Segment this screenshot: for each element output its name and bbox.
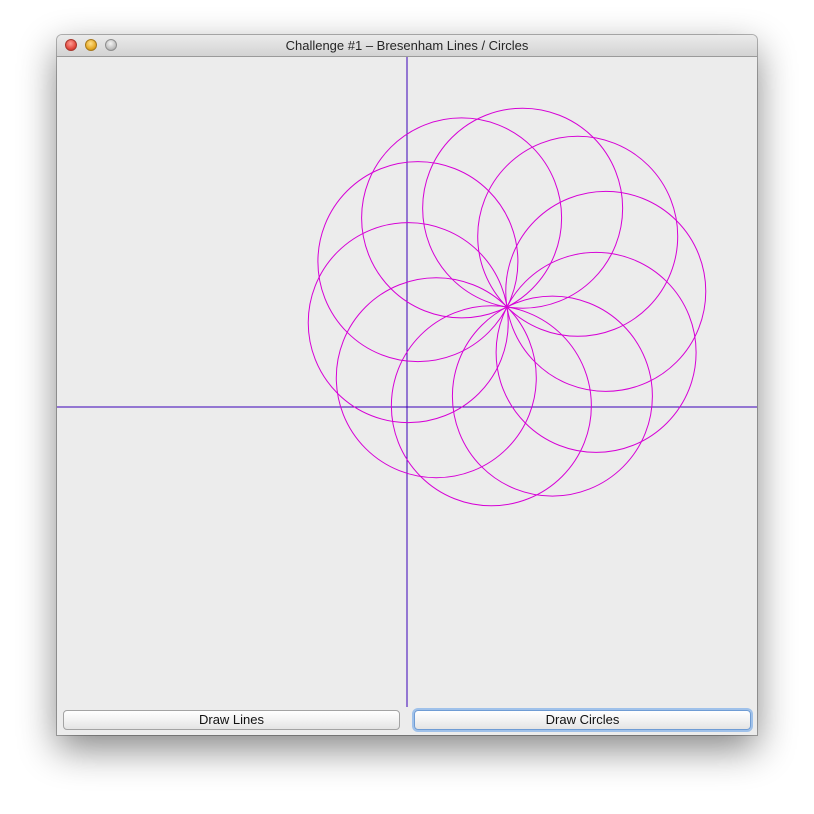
draw-lines-button[interactable]: Draw Lines bbox=[63, 710, 400, 730]
app-window: Challenge #1 – Bresenham Lines / Circles… bbox=[57, 35, 757, 735]
window-title: Challenge #1 – Bresenham Lines / Circles bbox=[285, 38, 529, 53]
draw-circles-button[interactable]: Draw Circles bbox=[414, 710, 751, 730]
drawing-canvas[interactable] bbox=[57, 57, 757, 707]
circle-group bbox=[307, 107, 707, 507]
title-bar[interactable]: Challenge #1 – Bresenham Lines / Circles bbox=[57, 35, 757, 57]
